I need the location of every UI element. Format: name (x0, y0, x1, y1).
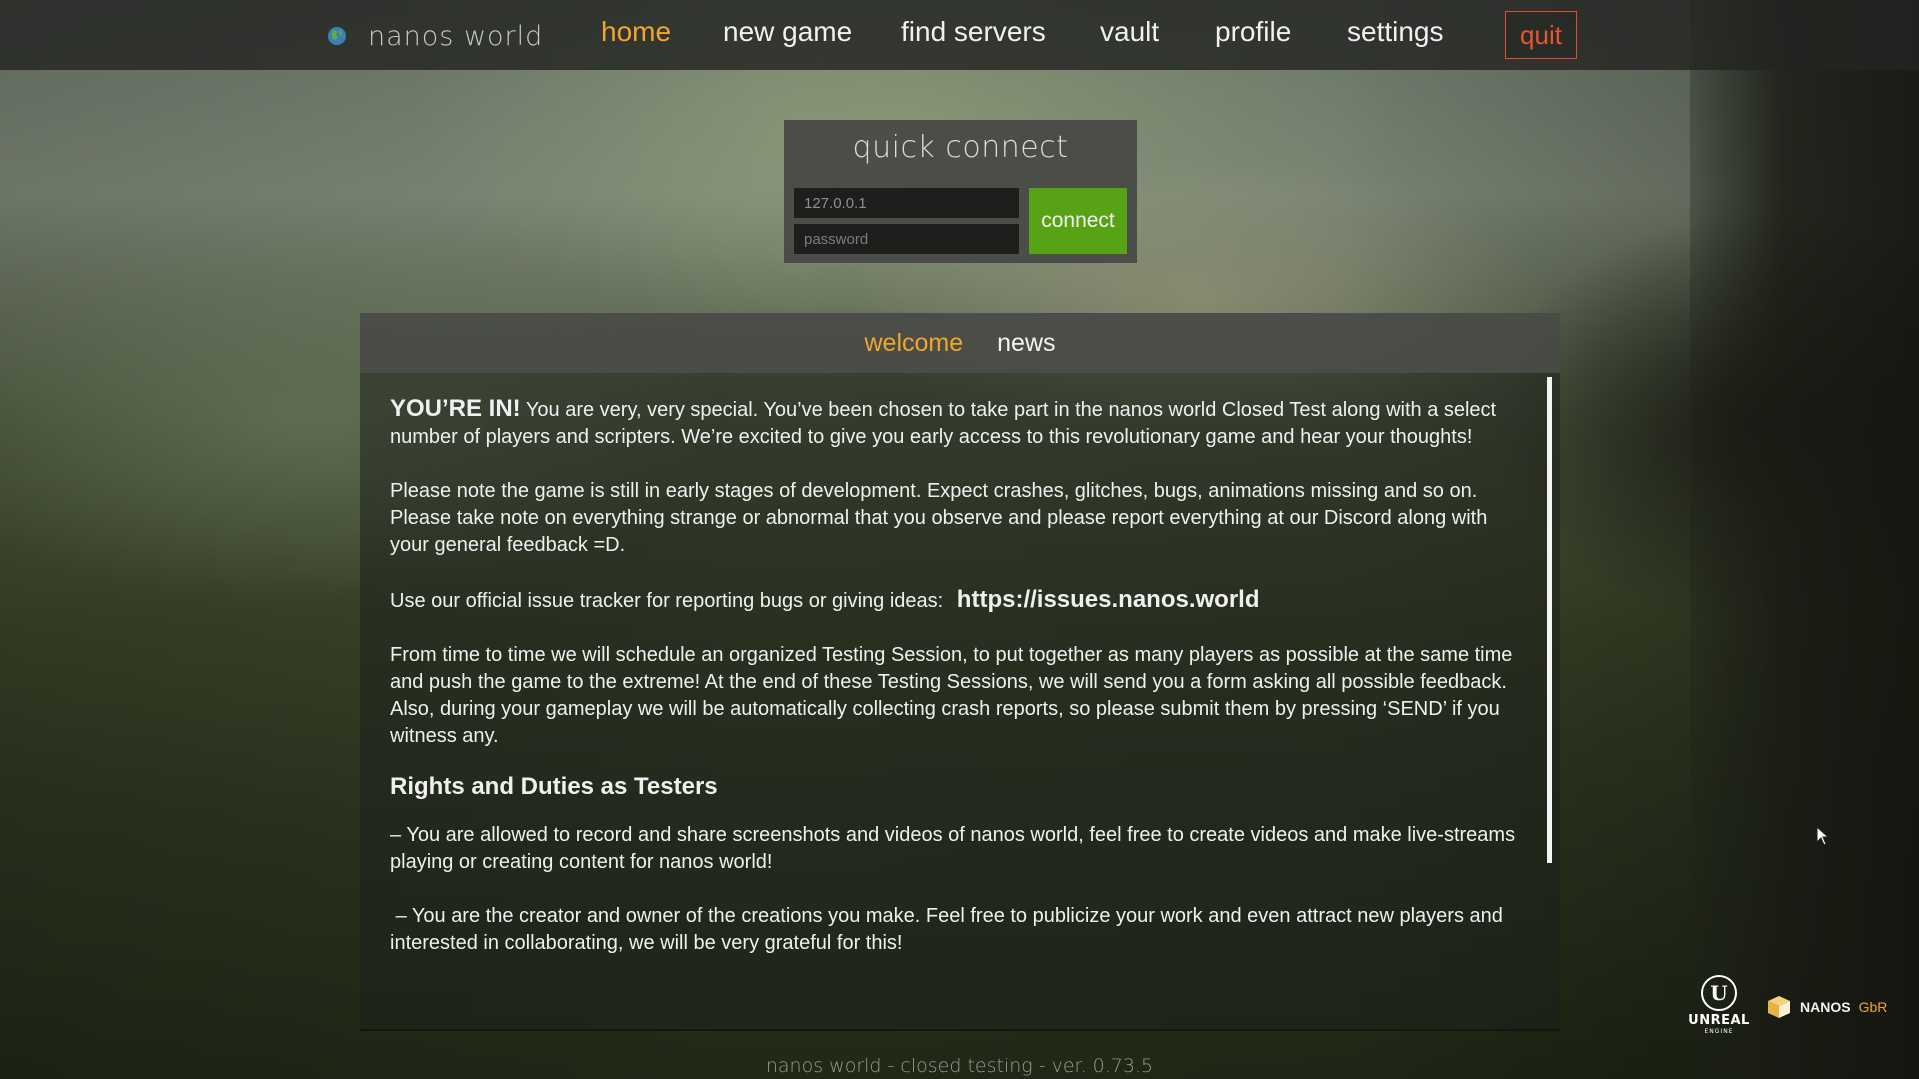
content-panel: welcome news YOU’RE IN! You are very, ve… (360, 313, 1560, 1031)
top-nav-bar: nanos world home new game find servers v… (0, 0, 1919, 70)
globe-icon (328, 27, 346, 45)
tracker-text: Use our official issue tracker for repor… (390, 590, 944, 612)
rights-heading: Rights and Duties as Testers (390, 773, 718, 800)
nav-home[interactable]: home (601, 16, 671, 48)
welcome-content[interactable]: YOU’RE IN! You are very, very special. Y… (360, 373, 1560, 1031)
background-tree (1690, 0, 1919, 1079)
content-tabs: welcome news (360, 313, 1560, 373)
tab-news[interactable]: news (997, 329, 1055, 358)
unreal-logo-text: UNREAL (1688, 1013, 1750, 1028)
panel-divider (360, 1029, 1560, 1031)
nanos-logo-text: NANOS (1800, 999, 1851, 1015)
server-address-input[interactable] (794, 188, 1019, 218)
nanos-gbr-logo: NANOS GbR (1766, 993, 1887, 1021)
intro-paragraph: YOU’RE IN! You are very, very special. Y… (390, 395, 1520, 451)
lead-heading: YOU’RE IN! (390, 395, 521, 422)
unreal-u-icon: U (1701, 975, 1737, 1011)
intro-text: You are very, very special. You’ve been … (390, 399, 1497, 448)
nav-new-game[interactable]: new game (723, 16, 852, 48)
brand[interactable]: nanos world (326, 18, 543, 54)
unreal-engine-logo: U UNREAL ENGINE (1680, 975, 1758, 1037)
nav-find-servers[interactable]: find servers (901, 16, 1046, 48)
sessions-paragraph: From time to time we will schedule an or… (390, 644, 1513, 747)
nav-profile[interactable]: profile (1215, 16, 1291, 48)
mouse-cursor-icon (1816, 826, 1830, 846)
quick-connect-title: quick connect (852, 130, 1069, 165)
note-paragraph: Please note the game is still in early s… (390, 480, 1488, 556)
quick-connect-panel: quick connect connect (784, 120, 1137, 263)
tracker-paragraph: Use our official issue tracker for repor… (390, 586, 1520, 615)
quit-button[interactable]: quit (1505, 11, 1577, 59)
content-scrollbar[interactable] (1547, 377, 1552, 863)
right-item-1: – You are allowed to record and share sc… (390, 824, 1516, 873)
tab-welcome[interactable]: welcome (864, 329, 963, 358)
cube-icon (1768, 996, 1790, 1018)
brand-name: nanos world (368, 20, 544, 52)
nav-vault[interactable]: vault (1100, 16, 1159, 48)
unreal-logo-subtext: ENGINE (1704, 1028, 1734, 1035)
version-footer: nanos world - closed testing - ver. 0.73… (765, 1055, 1154, 1077)
server-password-input[interactable] (794, 224, 1019, 254)
right-item-2: – You are the creator and owner of the c… (390, 905, 1509, 954)
connect-button[interactable]: connect (1029, 188, 1127, 254)
issue-tracker-link[interactable]: https://issues.nanos.world (957, 586, 1260, 613)
nav-settings[interactable]: settings (1347, 16, 1444, 48)
gbr-logo-text: GbR (1858, 999, 1888, 1015)
